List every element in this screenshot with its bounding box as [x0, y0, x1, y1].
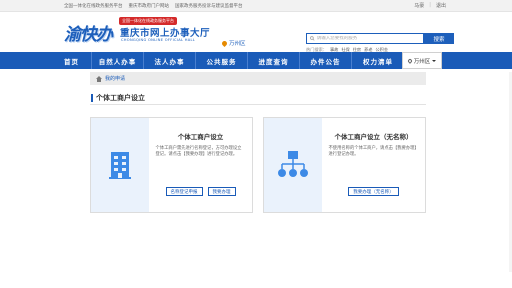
- region-dropdown[interactable]: 万州区: [402, 52, 442, 69]
- search-box: [306, 33, 424, 44]
- nav-item-progress[interactable]: 进度查询: [248, 52, 300, 69]
- card-description: 不使用名称的个体工商户，请点击【我要办理】进行登记办理。: [328, 146, 417, 157]
- nav-item-legal-person[interactable]: 法人办事: [144, 52, 196, 69]
- caret-down-icon: [432, 59, 437, 62]
- top-links: 全国一体化在线政务服务平台 重庆市政府门户网站 国家政务服务投诉与建议监督平台: [64, 3, 243, 9]
- logout-link[interactable]: 退出: [436, 2, 446, 9]
- top-link-government-portal[interactable]: 重庆市政府门户网站: [129, 3, 170, 9]
- site-header: 渝快办 全国一体化在线政务服务平台 重庆市网上办事大厅 CHONGQING ON…: [0, 12, 512, 52]
- card-description: 个体工商户需先进行名称登记，方可办理设立登记。请点击【我要办理】进行登记办理。: [155, 146, 242, 157]
- page-title: 个体工商户设立: [91, 93, 145, 103]
- nav-item-public-service[interactable]: 公共服务: [196, 52, 248, 69]
- user-area: 马豪 | 退出: [414, 2, 446, 9]
- name-registration-button[interactable]: 名称登记申报: [165, 187, 203, 196]
- card-with-name: 个体工商户设立 个体工商户需先进行名称登记，方可办理设立登记。请点击【我要办理】…: [90, 117, 253, 213]
- username-link[interactable]: 马豪: [414, 2, 424, 9]
- apply-without-name-button[interactable]: 我要办理（无名称）: [348, 187, 399, 196]
- search-icon: [310, 36, 315, 41]
- location-pin-icon: [406, 57, 413, 64]
- home-icon: [96, 75, 102, 82]
- nav-item-announcement[interactable]: 办件公告: [300, 52, 352, 69]
- nav-item-home[interactable]: 首页: [52, 52, 92, 69]
- building-icon: [109, 152, 131, 179]
- apply-button[interactable]: 我要办理: [207, 187, 236, 196]
- logo-wordmark: 渝快办: [64, 25, 113, 45]
- site-title: 重庆市网上办事大厅: [120, 28, 211, 39]
- card-body: 个体工商户设立（无名称） 不使用名称的个体工商户，请点击【我要办理】进行登记办理…: [322, 118, 425, 212]
- org-chart-icon: [278, 151, 308, 177]
- card-without-name: 个体工商户设立（无名称） 不使用名称的个体工商户，请点击【我要办理】进行登记办理…: [263, 117, 426, 213]
- nav-item-power-list[interactable]: 权力清单: [352, 52, 404, 69]
- divider: [90, 104, 426, 105]
- title-accent-bar: [91, 94, 93, 102]
- site-subtitle: CHONGQING ONLINE OFFICIAL HALL: [121, 38, 196, 42]
- region-selector-header[interactable]: 万州区: [220, 39, 246, 47]
- region-label: 万州区: [229, 41, 246, 47]
- top-utility-bar: 全国一体化在线政务服务平台 重庆市政府门户网站 国家政务服务投诉与建议监督平台 …: [0, 0, 512, 12]
- card-actions: 我要办理（无名称）: [322, 187, 425, 196]
- user-separator: |: [429, 2, 431, 8]
- platform-badge: 全国一体化在线政务服务平台: [119, 17, 177, 25]
- location-pin-icon: [220, 39, 229, 47]
- search-input[interactable]: [316, 36, 423, 41]
- page-title-text: 个体工商户设立: [96, 94, 145, 102]
- card-title: 个体工商户设立（无名称）: [334, 133, 413, 141]
- card-title: 个体工商户设立: [177, 133, 224, 141]
- region-dropdown-label: 万州区: [413, 58, 431, 65]
- card-body: 个体工商户设立 个体工商户需先进行名称登记，方可办理设立登记。请点击【我要办理】…: [149, 118, 252, 212]
- card-illustration: [264, 118, 322, 212]
- nav-item-citizen[interactable]: 自然人办事: [92, 52, 144, 69]
- breadcrumb: 我的申请: [90, 72, 426, 85]
- card-illustration: [91, 118, 149, 212]
- search-button[interactable]: 搜索: [424, 33, 454, 44]
- card-actions: 名称登记申报 我要办理: [149, 187, 252, 196]
- breadcrumb-item[interactable]: 我的申请: [105, 75, 125, 82]
- main-nav: 首页 自然人办事 法人办事 公共服务 进度查询 办件公告 权力清单 万州区: [0, 52, 512, 69]
- search-bar: 搜索: [306, 33, 454, 44]
- top-link-complaint-platform[interactable]: 国家政务服务投诉与建议监督平台: [175, 3, 243, 9]
- top-link-national-platform[interactable]: 全国一体化在线政务服务平台: [64, 3, 123, 9]
